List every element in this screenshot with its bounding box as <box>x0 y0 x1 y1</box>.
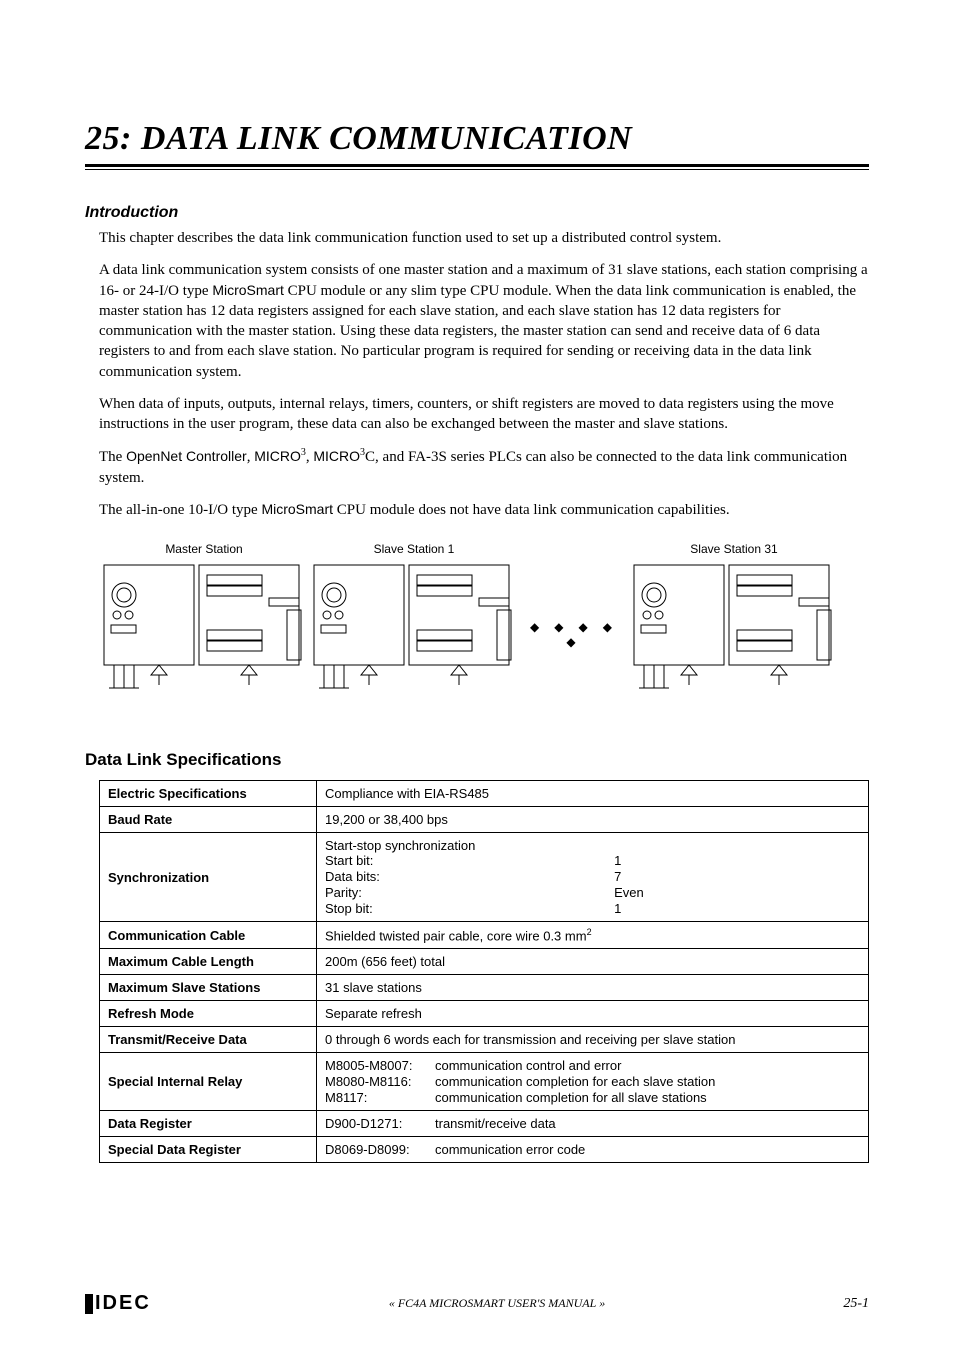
page: 25: DATA LINK COMMUNICATION Introduction… <box>0 0 954 1351</box>
spec-label: Data Register <box>100 1111 317 1137</box>
chapter-title: 25: DATA LINK COMMUNICATION <box>85 120 869 158</box>
stations-row: ◆ ◆ ◆ ◆ ◆ <box>99 560 869 710</box>
ellipsis-dots: ◆ ◆ ◆ ◆ ◆ <box>519 620 629 650</box>
paragraph: The OpenNet Controller, MICRO3, MICRO3C,… <box>99 446 869 488</box>
spec-label: Special Internal Relay <box>100 1053 317 1111</box>
table-row: Maximum Cable Length 200m (656 feet) tot… <box>100 949 869 975</box>
paragraph: A data link communication system consist… <box>99 260 869 382</box>
spec-label: Communication Cable <box>100 922 317 949</box>
spec-label: Special Data Register <box>100 1137 317 1163</box>
spec-value: Shielded twisted pair cable, core wire 0… <box>317 922 869 949</box>
spec-value: 19,200 or 38,400 bps <box>317 807 869 833</box>
spec-value: 200m (656 feet) total <box>317 949 869 975</box>
spec-value: Compliance with EIA-RS485 <box>317 781 869 807</box>
idec-logo: IDEC <box>85 1292 151 1315</box>
spec-value: 31 slave stations <box>317 975 869 1001</box>
stations-diagram: Master Station Slave Station 1 Slave Sta… <box>99 542 869 710</box>
page-number: 25-1 <box>843 1296 869 1312</box>
spec-table: Electric Specifications Compliance with … <box>99 780 869 1163</box>
spec-label: Maximum Cable Length <box>100 949 317 975</box>
chapter-number: 25: <box>85 120 132 157</box>
table-row: Refresh Mode Separate refresh <box>100 1001 869 1027</box>
section-heading-introduction: Introduction <box>85 204 869 222</box>
table-row: Synchronization Start-stop synchronizati… <box>100 833 869 922</box>
spec-value: D8069-D8099:communication error code <box>317 1137 869 1163</box>
paragraph: When data of inputs, outputs, internal r… <box>99 394 869 435</box>
spec-value: Separate refresh <box>317 1001 869 1027</box>
spec-label: Transmit/Receive Data <box>100 1027 317 1053</box>
spec-value: Start-stop synchronization Start bit:1 D… <box>317 833 869 922</box>
table-row: Maximum Slave Stations 31 slave stations <box>100 975 869 1001</box>
spec-value: D900-D1271:transmit/receive data <box>317 1111 869 1137</box>
paragraph: The all-in-one 10-I/O type MicroSmart CP… <box>99 500 869 520</box>
master-station-label: Master Station <box>99 542 309 556</box>
station-module-icon <box>629 560 839 710</box>
section-heading-specs: Data Link Specifications <box>85 750 869 770</box>
spec-label: Baud Rate <box>100 807 317 833</box>
spec-label: Maximum Slave Stations <box>100 975 317 1001</box>
logo-bar-icon <box>85 1294 93 1314</box>
table-row: Transmit/Receive Data 0 through 6 words … <box>100 1027 869 1053</box>
station-module-icon <box>99 560 309 710</box>
paragraph: This chapter describes the data link com… <box>99 228 869 248</box>
spec-value: M8005-M8007:communication control and er… <box>317 1053 869 1111</box>
table-row: Special Internal Relay M8005-M8007:commu… <box>100 1053 869 1111</box>
spec-value: 0 through 6 words each for transmission … <box>317 1027 869 1053</box>
chapter-title-text: DATA LINK COMMUNICATION <box>132 120 632 157</box>
table-row: Data Register D900-D1271:transmit/receiv… <box>100 1111 869 1137</box>
title-rule <box>85 164 869 170</box>
slave-station-31-label: Slave Station 31 <box>629 542 839 556</box>
table-row: Electric Specifications Compliance with … <box>100 781 869 807</box>
slave-station-1-label: Slave Station 1 <box>309 542 519 556</box>
station-labels-row: Master Station Slave Station 1 Slave Sta… <box>99 542 869 556</box>
spec-label: Synchronization <box>100 833 317 922</box>
table-row: Baud Rate 19,200 or 38,400 bps <box>100 807 869 833</box>
table-row: Special Data Register D8069-D8099:commun… <box>100 1137 869 1163</box>
table-row: Communication Cable Shielded twisted pai… <box>100 922 869 949</box>
station-module-icon <box>309 560 519 710</box>
manual-title: « FC4A MICROSMART USER'S MANUAL » <box>389 1296 605 1311</box>
page-footer: IDEC « FC4A MICROSMART USER'S MANUAL » 2… <box>85 1292 869 1315</box>
spec-label: Refresh Mode <box>100 1001 317 1027</box>
spec-label: Electric Specifications <box>100 781 317 807</box>
